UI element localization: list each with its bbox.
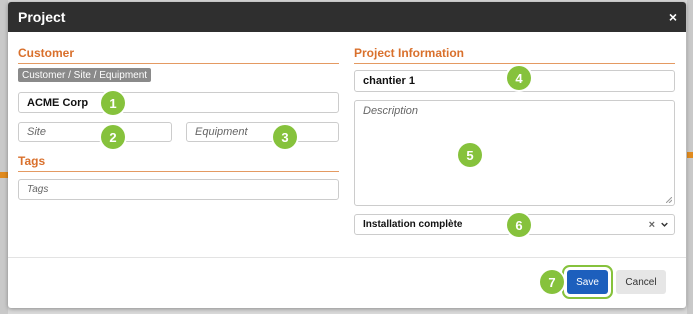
background-accent-left (0, 172, 8, 178)
annotation-marker-1: 1 (101, 91, 125, 115)
clear-selection-icon[interactable]: × (649, 219, 655, 231)
footer-divider (8, 257, 686, 258)
equipment-field[interactable]: Equipment (186, 122, 339, 142)
cancel-button[interactable]: Cancel (616, 270, 666, 294)
annotation-marker-6: 6 (507, 213, 531, 237)
tags-input-placeholder: Tags (27, 184, 49, 195)
project-info-section-title: Project Information (354, 46, 465, 60)
resize-handle-icon[interactable] (666, 197, 672, 203)
annotation-marker-7: 7 (540, 270, 564, 294)
site-field-placeholder: Site (27, 126, 46, 138)
customer-section-divider (18, 63, 339, 64)
chevron-down-icon[interactable] (661, 221, 668, 228)
annotation-marker-4: 4 (507, 66, 531, 90)
modal-header: Project × (8, 2, 686, 32)
background-accent-right (687, 152, 693, 158)
annotation-marker-2: 2 (101, 125, 125, 149)
select-controls: × (649, 219, 668, 231)
customer-site-equipment-chip: Customer / Site / Equipment (18, 68, 152, 82)
customer-section-title: Customer (18, 46, 75, 60)
modal-title: Project (18, 9, 66, 25)
annotation-marker-5: 5 (458, 143, 482, 167)
tags-section-title: Tags (18, 154, 46, 168)
project-info-section-divider (354, 63, 675, 64)
project-type-value: Installation complète (363, 219, 463, 230)
site-field[interactable]: Site (18, 122, 172, 142)
save-button[interactable]: Save (567, 270, 608, 294)
close-icon[interactable]: × (669, 9, 677, 25)
annotation-marker-3: 3 (273, 125, 297, 149)
equipment-field-placeholder: Equipment (195, 126, 248, 138)
project-name-value: chantier 1 (363, 75, 415, 87)
customer-field[interactable]: ACME Corp (18, 92, 339, 113)
background-app-left (0, 0, 8, 314)
project-modal: Project × Customer Customer / Site / Equ… (8, 2, 686, 308)
description-placeholder: Description (363, 105, 419, 117)
description-textarea[interactable]: Description (354, 100, 675, 206)
tags-section-divider (18, 171, 339, 172)
customer-field-value: ACME Corp (27, 96, 89, 109)
tags-input[interactable]: Tags (18, 179, 339, 200)
